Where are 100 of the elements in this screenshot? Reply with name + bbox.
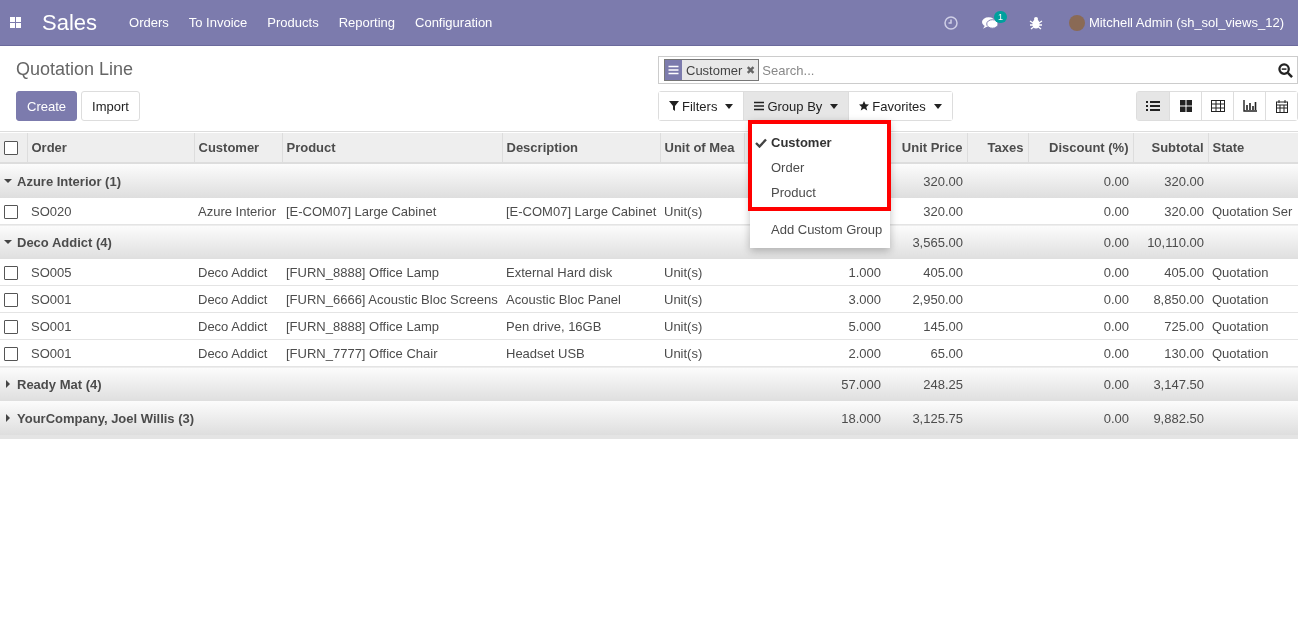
caret-down-icon	[933, 103, 942, 109]
app-name[interactable]: Sales	[42, 9, 98, 36]
table-cell: Quotation	[1212, 291, 1269, 307]
table-cell: External Hard disk	[506, 264, 613, 280]
menu-item[interactable]: Configuration	[405, 15, 503, 30]
caret-down-icon	[725, 103, 734, 109]
column-header[interactable]: State	[1212, 140, 1245, 155]
group-name: Deco Addict (4)	[17, 234, 112, 250]
table-cell: [FURN_6666] Acoustic Bloc Screens	[286, 291, 498, 307]
group-name: Azure Interior (1)	[17, 173, 121, 189]
table-cell: 10,110.00	[1147, 234, 1204, 250]
table-cell: Quotation	[1212, 318, 1269, 334]
filters-button[interactable]: Filters	[659, 92, 745, 120]
user-menu[interactable]: Mitchell Admin (sh_sol_views_12)	[1088, 15, 1284, 30]
table-cell: 2.000	[848, 345, 881, 361]
table-cell: 0.00	[1103, 264, 1129, 280]
filter-icon	[669, 101, 679, 111]
table-cell: 8,850.00	[1153, 291, 1204, 307]
table-cell: 725.00	[1164, 318, 1204, 334]
menu-item[interactable]: Products	[257, 15, 329, 30]
table-cell: 0.00	[1103, 234, 1129, 250]
clock-icon[interactable]	[943, 15, 958, 30]
row-checkbox[interactable]	[4, 292, 18, 307]
bar-chart-icon	[1242, 100, 1257, 112]
table-cell: [E-COM07] Large Cabinet	[286, 203, 437, 219]
chat-icon[interactable]	[981, 15, 999, 30]
table-cell: 405.00	[1164, 264, 1204, 280]
table-cell: Deco Addict	[198, 291, 268, 307]
table-cell: 65.00	[930, 345, 963, 361]
table-cell: Headset USB	[506, 345, 585, 361]
table-cell: 0.00	[1103, 173, 1129, 189]
group-icon	[668, 65, 679, 75]
list-view-button[interactable]	[1137, 92, 1169, 120]
checkmark-icon	[755, 137, 767, 148]
column-header[interactable]: Order	[31, 140, 67, 155]
row-checkbox[interactable]	[4, 346, 18, 361]
remove-facet-button[interactable]: ✖	[746, 63, 759, 77]
table-cell: Unit(s)	[664, 291, 703, 307]
table-cell: 9,882.50	[1153, 410, 1204, 426]
search-icon[interactable]	[1278, 62, 1293, 78]
search-facet[interactable]: Customer ✖	[664, 59, 760, 81]
table-cell: 320.00	[923, 173, 963, 189]
table-cell: SO001	[31, 345, 72, 361]
table-cell: Unit(s)	[664, 318, 703, 334]
table-cell: SO001	[31, 291, 72, 307]
table-cell: 0.00	[1103, 318, 1129, 334]
group-by-button[interactable]: Group By	[744, 92, 850, 120]
table-cell: [FURN_7777] Office Chair	[286, 345, 438, 361]
create-button[interactable]: Create	[16, 91, 78, 121]
table-cell: 248.25	[923, 376, 963, 392]
table-cell: Quotation Ser	[1212, 203, 1293, 219]
row-checkbox[interactable]	[4, 204, 18, 219]
table-cell: 18.000	[841, 410, 881, 426]
table-cell: Unit(s)	[664, 264, 703, 280]
table-icon	[1210, 100, 1225, 112]
row-checkbox[interactable]	[4, 265, 18, 280]
list-lines-icon	[754, 101, 765, 111]
menu-item[interactable]: Reporting	[328, 15, 405, 30]
table-cell: SO020	[31, 203, 72, 219]
menu-option[interactable]: Customer	[752, 130, 887, 155]
search-field[interactable]: Customer ✖ Search...	[658, 56, 1298, 84]
table-cell: Deco Addict	[198, 264, 268, 280]
table-cell: 405.00	[923, 264, 963, 280]
table-cell: 320.00	[1164, 203, 1204, 219]
table-cell: Quotation	[1212, 264, 1269, 280]
menu-item[interactable]: To Invoice	[178, 15, 258, 30]
table-cell: 145.00	[923, 318, 963, 334]
table-cell: 320.00	[923, 203, 963, 219]
bug-icon[interactable]	[1028, 15, 1043, 30]
select-all-checkbox[interactable]	[4, 141, 18, 156]
table-cell: 130.00	[1164, 345, 1204, 361]
table-cell: Unit(s)	[664, 345, 703, 361]
group-name: Ready Mat (4)	[17, 376, 102, 392]
table-cell: 2,950.00	[912, 291, 963, 307]
table-cell: Pen drive, 16GB	[506, 318, 602, 334]
apps-menu-icon[interactable]	[10, 16, 22, 29]
table-cell: Unit(s)	[664, 203, 703, 219]
message-count-badge: 1	[993, 10, 1007, 23]
table-cell: 0.00	[1103, 203, 1129, 219]
import-button[interactable]: Import	[81, 91, 140, 121]
table-cell: Azure Interior	[198, 203, 277, 219]
table-cell: Acoustic Bloc Panel	[506, 291, 621, 307]
table-cell: 3.000	[848, 291, 881, 307]
table-cell: [FURN_8888] Office Lamp	[286, 318, 439, 334]
table-cell: 0.00	[1103, 345, 1129, 361]
star-icon	[859, 101, 870, 111]
caret-down-icon	[830, 103, 839, 109]
group-name: YourCompany, Joel Willis (3)	[17, 410, 195, 426]
table-cell: 3,147.50	[1153, 376, 1204, 392]
column-header[interactable]: Product	[286, 140, 336, 155]
calendar-view-button[interactable]	[1265, 92, 1297, 120]
row-checkbox[interactable]	[4, 319, 18, 334]
table-cell: 0.00	[1103, 410, 1129, 426]
table-cell: 320.00	[1164, 173, 1204, 189]
table-cell: Deco Addict	[198, 318, 268, 334]
table-cell: [E-COM07] Large Cabinet	[506, 203, 657, 219]
table-cell: SO001	[31, 318, 72, 334]
list-icon	[1146, 100, 1160, 112]
table-cell: Quotation	[1212, 345, 1269, 361]
menu-item[interactable]: Orders	[119, 15, 179, 30]
